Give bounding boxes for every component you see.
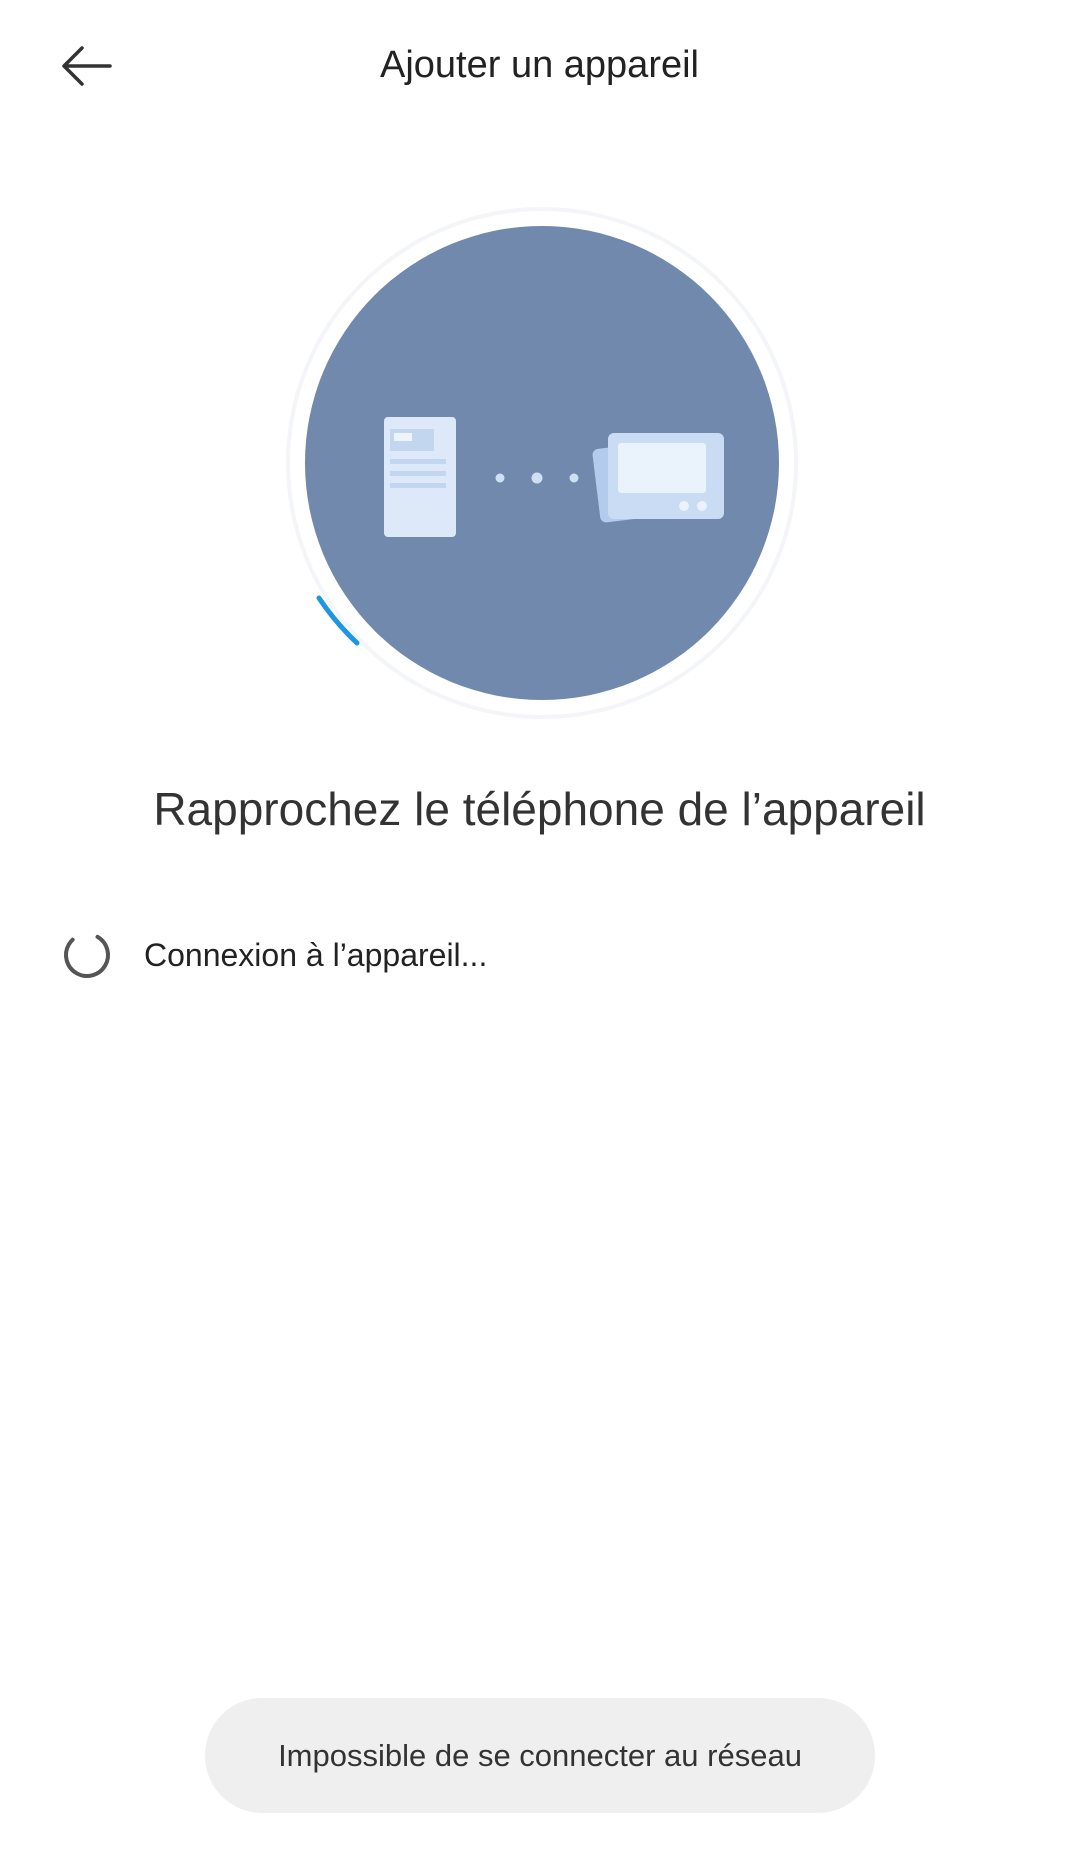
device-icon <box>592 433 724 523</box>
progress-arc <box>316 595 360 646</box>
instruction-text: Rapprochez le téléphone de l’appareil <box>153 783 926 835</box>
error-toast: Impossible de se connecter au réseau <box>205 1698 875 1813</box>
status-text: Connexion à l’appareil... <box>144 936 488 973</box>
header: Ajouter un appareil <box>0 0 1079 140</box>
phone-icon <box>384 417 456 537</box>
page-title: Ajouter un appareil <box>380 44 699 86</box>
toast-text: Impossible de se connecter au réseau <box>278 1737 802 1773</box>
connection-illustration <box>272 203 812 743</box>
connection-status: Connexion à l’appareil... <box>60 925 487 985</box>
loading-spinner-icon <box>60 928 114 982</box>
